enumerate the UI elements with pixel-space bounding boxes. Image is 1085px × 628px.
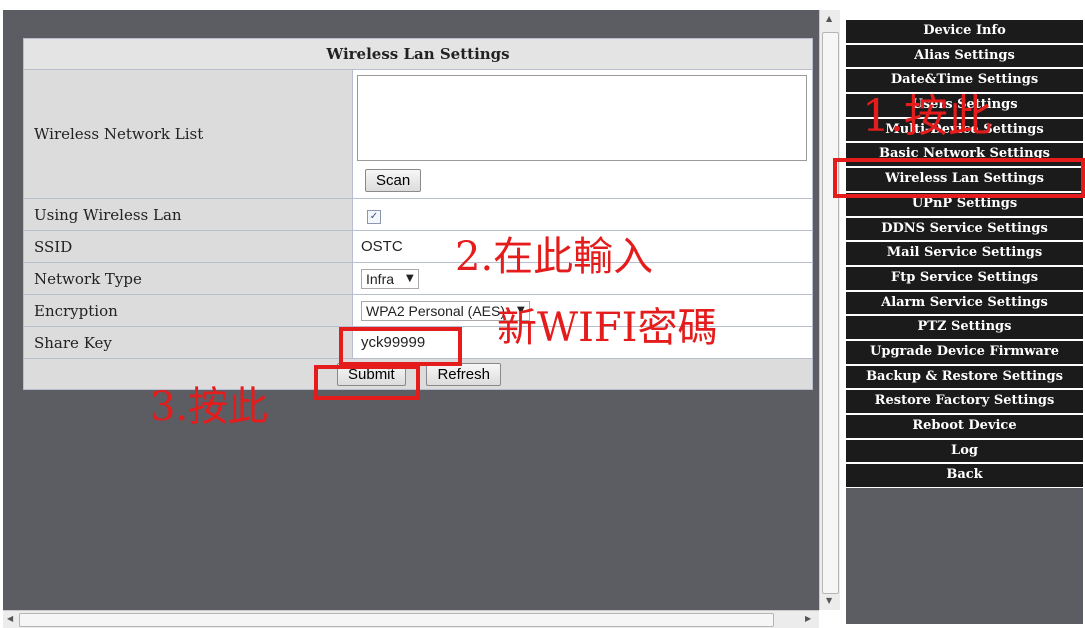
scroll-right-icon[interactable]: ▶	[805, 614, 811, 623]
scroll-left-icon[interactable]: ◀	[7, 614, 13, 623]
ssid-label: SSID	[23, 230, 353, 263]
network-type-value: Infra	[366, 270, 395, 287]
encryption-label: Encryption	[23, 294, 353, 327]
encryption-value: WPA2 Personal (AES)	[366, 302, 506, 319]
annotation-box-submit	[314, 365, 420, 400]
settings-title: Wireless Lan Settings	[23, 38, 813, 70]
sidebar-item-reboot-device[interactable]: Reboot Device	[846, 415, 1083, 438]
scroll-down-icon[interactable]: ▼	[826, 596, 832, 605]
using-wireless-lan-checkbox[interactable]: ✓	[367, 210, 381, 224]
wireless-network-list-label: Wireless Network List	[23, 69, 353, 199]
sidebar-item-backup-restore-settings[interactable]: Backup & Restore Settings	[846, 365, 1083, 389]
sidebar-item-log[interactable]: Log	[846, 439, 1083, 463]
horizontal-scroll-thumb[interactable]	[19, 613, 774, 627]
chevron-down-icon: ▼	[406, 273, 414, 284]
sidebar-item-restore-factory-settings[interactable]: Restore Factory Settings	[846, 390, 1083, 413]
sidebar-item-mail-service-settings[interactable]: Mail Service Settings	[846, 242, 1083, 265]
network-type-select[interactable]: Infra ▼	[361, 268, 419, 289]
sidebar-item-device-info[interactable]: Device Info	[846, 20, 1083, 43]
annotation-box-share-key	[339, 327, 462, 366]
network-type-label: Network Type	[23, 262, 353, 295]
wireless-network-list[interactable]	[357, 74, 807, 161]
sidebar-item-ddns-service-settings[interactable]: DDNS Service Settings	[846, 217, 1083, 241]
sidebar-item-date-time-settings[interactable]: Date&Time Settings	[846, 69, 1083, 93]
sidebar-item-ftp-service-settings[interactable]: Ftp Service Settings	[846, 266, 1083, 290]
using-wireless-lan-label: Using Wireless Lan	[23, 198, 353, 231]
scroll-up-icon[interactable]: ▲	[826, 14, 832, 23]
sidebar-empty-area	[846, 488, 1083, 624]
sidebar-item-alias-settings[interactable]: Alias Settings	[846, 44, 1083, 68]
annotation-step2-line2: 新WIFI密碼	[497, 305, 718, 351]
annotation-step1: 1.按此	[862, 91, 992, 142]
vertical-scroll-thumb[interactable]	[822, 32, 839, 594]
sidebar-item-back[interactable]: Back	[846, 464, 1083, 488]
sidebar-item-alarm-service-settings[interactable]: Alarm Service Settings	[846, 291, 1083, 315]
sidebar-item-upgrade-device-firmware[interactable]: Upgrade Device Firmware	[846, 340, 1083, 364]
annotation-step3: 3.按此	[150, 384, 269, 430]
vertical-scrollbar[interactable]: ▲ ▼	[819, 10, 840, 610]
sidebar-item-ptz-settings[interactable]: PTZ Settings	[846, 316, 1083, 339]
horizontal-scrollbar[interactable]: ◀ ▶	[3, 610, 819, 628]
share-key-label: Share Key	[23, 326, 353, 359]
scan-button[interactable]: Scan	[365, 168, 422, 192]
annotation-box-wireless-lan-settings	[833, 158, 1085, 198]
annotation-step2-line1: 2.在此輸入	[455, 234, 654, 280]
